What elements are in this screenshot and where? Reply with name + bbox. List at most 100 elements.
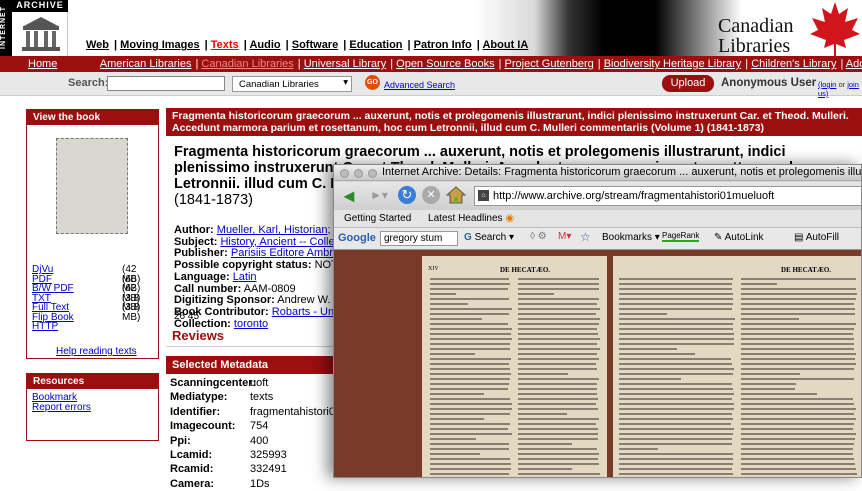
scanned-text-line xyxy=(741,353,856,355)
scanned-text-line xyxy=(741,428,853,430)
google-search-input[interactable]: gregory stum xyxy=(380,231,458,246)
nav-moving-images[interactable]: Moving Images xyxy=(120,39,199,51)
url-bar[interactable]: ⌂ http://www.archive.org/stream/fragment… xyxy=(474,186,862,206)
scanned-text-line xyxy=(741,348,854,350)
view-book-title: View the book xyxy=(27,110,158,125)
nav-education[interactable]: Education xyxy=(349,39,402,51)
zoom-window-icon[interactable] xyxy=(368,169,377,178)
scanned-text-line xyxy=(619,333,734,335)
home-link[interactable]: Home xyxy=(28,58,57,70)
language-link[interactable]: Latin xyxy=(233,271,257,283)
scanned-text-line xyxy=(741,403,854,405)
scanned-text-line xyxy=(430,323,508,325)
format-http-link[interactable]: HTTP xyxy=(32,321,58,332)
collection-project-gutenberg[interactable]: Project Gutenberg xyxy=(505,58,594,70)
forward-arrow-icon[interactable]: ►▾ xyxy=(370,188,388,202)
scanned-text-line xyxy=(741,368,854,370)
view-book-panel: View the book DjVu (42 MB) PDF (66 MB) B/W… xyxy=(26,109,159,359)
scanned-text-line xyxy=(619,293,733,295)
meta-key: Publisher: xyxy=(174,247,228,259)
advanced-search-link[interactable]: Advanced Search xyxy=(384,80,455,90)
collection-additional[interactable]: Additional Collections xyxy=(846,58,862,70)
scanned-text-line xyxy=(741,453,853,455)
bookmark-latest-headlines[interactable]: Latest Headlines xyxy=(428,213,503,224)
gmail-icon[interactable]: M▾ xyxy=(558,231,571,242)
selected-metadata-title: Selected Metadata xyxy=(166,356,346,374)
back-arrow-icon[interactable]: ◄ xyxy=(340,186,364,206)
collection-universal-library[interactable]: Universal Library xyxy=(304,58,387,70)
nav-audio[interactable]: Audio xyxy=(249,39,280,51)
canlib-line1: Canadian xyxy=(718,16,794,36)
collection-childrens-library[interactable]: Children's Library xyxy=(751,58,836,70)
scanned-text-line xyxy=(619,358,731,360)
book-reader-view[interactable]: XIV DE HECATÆO. DE HECATÆO. xyxy=(334,250,862,478)
scanned-text-line xyxy=(518,373,568,375)
scanned-text-line xyxy=(619,458,733,460)
scanned-text-line xyxy=(430,473,509,475)
bar-separator: | xyxy=(745,58,748,70)
scanned-text-line xyxy=(430,328,512,330)
scanned-text-line xyxy=(518,348,600,350)
go-button[interactable]: GO xyxy=(365,75,380,90)
collection-canadian-libraries[interactable]: Canadian Libraries xyxy=(201,58,293,70)
scanned-text-line xyxy=(518,308,600,310)
scanned-text-line xyxy=(430,423,510,425)
page-number: XIV xyxy=(428,266,439,272)
canadian-libraries-logo[interactable]: Canadian Libraries xyxy=(718,16,794,56)
collection-select[interactable]: Canadian Libraries ▾ xyxy=(232,76,352,92)
nav-texts[interactable]: Texts xyxy=(211,39,239,51)
google-label[interactable]: Google xyxy=(338,232,376,244)
scanned-text-line xyxy=(518,363,596,365)
collection-american-libraries[interactable]: American Libraries xyxy=(100,58,192,70)
nav-web[interactable]: Web xyxy=(86,39,109,51)
top-nav: Web | Moving Images | Texts | Audio | Softwa… xyxy=(86,39,533,51)
upload-button[interactable]: Upload xyxy=(662,75,714,92)
nav-software[interactable]: Software xyxy=(292,39,338,51)
scanned-text-line xyxy=(741,293,857,295)
nav-about-ia[interactable]: About IA xyxy=(482,39,528,51)
autolink-button[interactable]: ✎ AutoLink xyxy=(714,232,764,243)
collection-link[interactable]: toronto xyxy=(234,318,268,330)
home-icon[interactable] xyxy=(446,186,466,204)
scanned-text-line xyxy=(518,468,572,470)
stop-icon[interactable]: ✕ xyxy=(422,186,440,204)
resources-panel: Resources Bookmark Report errors xyxy=(26,373,159,441)
reload-icon[interactable]: ↻ xyxy=(398,186,416,204)
google-tools-icons[interactable]: ◊ ⚙ xyxy=(530,231,547,242)
star-icon[interactable]: ☆ xyxy=(580,230,591,244)
author-link[interactable]: Mueller, Karl, Historian xyxy=(217,224,328,236)
scanned-text-line xyxy=(430,353,475,355)
scanned-text-line xyxy=(430,418,484,420)
meta-key: Language: xyxy=(174,271,230,283)
browser-toolbar: ◄ ►▾ ↻ ✕ ⌂ http://www.archive.org/stream… xyxy=(334,182,862,210)
scanned-text-line xyxy=(518,283,599,285)
collection-open-source-books[interactable]: Open Source Books xyxy=(396,58,494,70)
help-reading-link[interactable]: Help reading texts xyxy=(56,346,137,357)
search-label: Search: xyxy=(68,77,108,89)
login-link[interactable]: (login xyxy=(818,80,836,89)
book-page-right: DE HECATÆO. xyxy=(613,256,862,478)
logo-side-text: INTERNET xyxy=(0,0,12,56)
bookmark-getting-started[interactable]: Getting Started xyxy=(344,213,411,224)
internet-archive-logo[interactable]: INTERNET ARCHIVE xyxy=(0,0,68,56)
report-errors-link[interactable]: Report errors xyxy=(32,402,91,413)
metadata-value: 332491 xyxy=(250,462,287,476)
favicon-icon: ⌂ xyxy=(478,190,489,201)
format-list: DjVu (42 MB) PDF (66 MB) B/W PDF (62 MB) TX… xyxy=(32,265,156,332)
autofill-button[interactable]: ▤ AutoFill xyxy=(794,232,839,243)
search-input[interactable] xyxy=(107,76,225,91)
collection-biodiversity[interactable]: Biodiversity Heritage Library xyxy=(604,58,742,70)
book-cover-thumbnail[interactable] xyxy=(56,138,128,234)
google-search-button[interactable]: G Search ▾ xyxy=(464,232,514,243)
nav-patron-info[interactable]: Patron Info xyxy=(414,39,472,51)
google-bookmarks-button[interactable]: Bookmarks ▾ xyxy=(602,232,660,243)
close-window-icon[interactable] xyxy=(340,169,349,178)
minimize-window-icon[interactable] xyxy=(354,169,363,178)
google-bookmarks-label: Bookmarks xyxy=(602,232,652,243)
scanned-text-line xyxy=(619,438,732,440)
scanned-text-line xyxy=(741,433,856,435)
scanned-text-line xyxy=(741,388,795,390)
browser-titlebar[interactable]: Internet Archive: Details: Fragmenta his… xyxy=(334,165,862,181)
scanned-text-line xyxy=(619,278,733,280)
scanned-text-line xyxy=(741,338,854,340)
